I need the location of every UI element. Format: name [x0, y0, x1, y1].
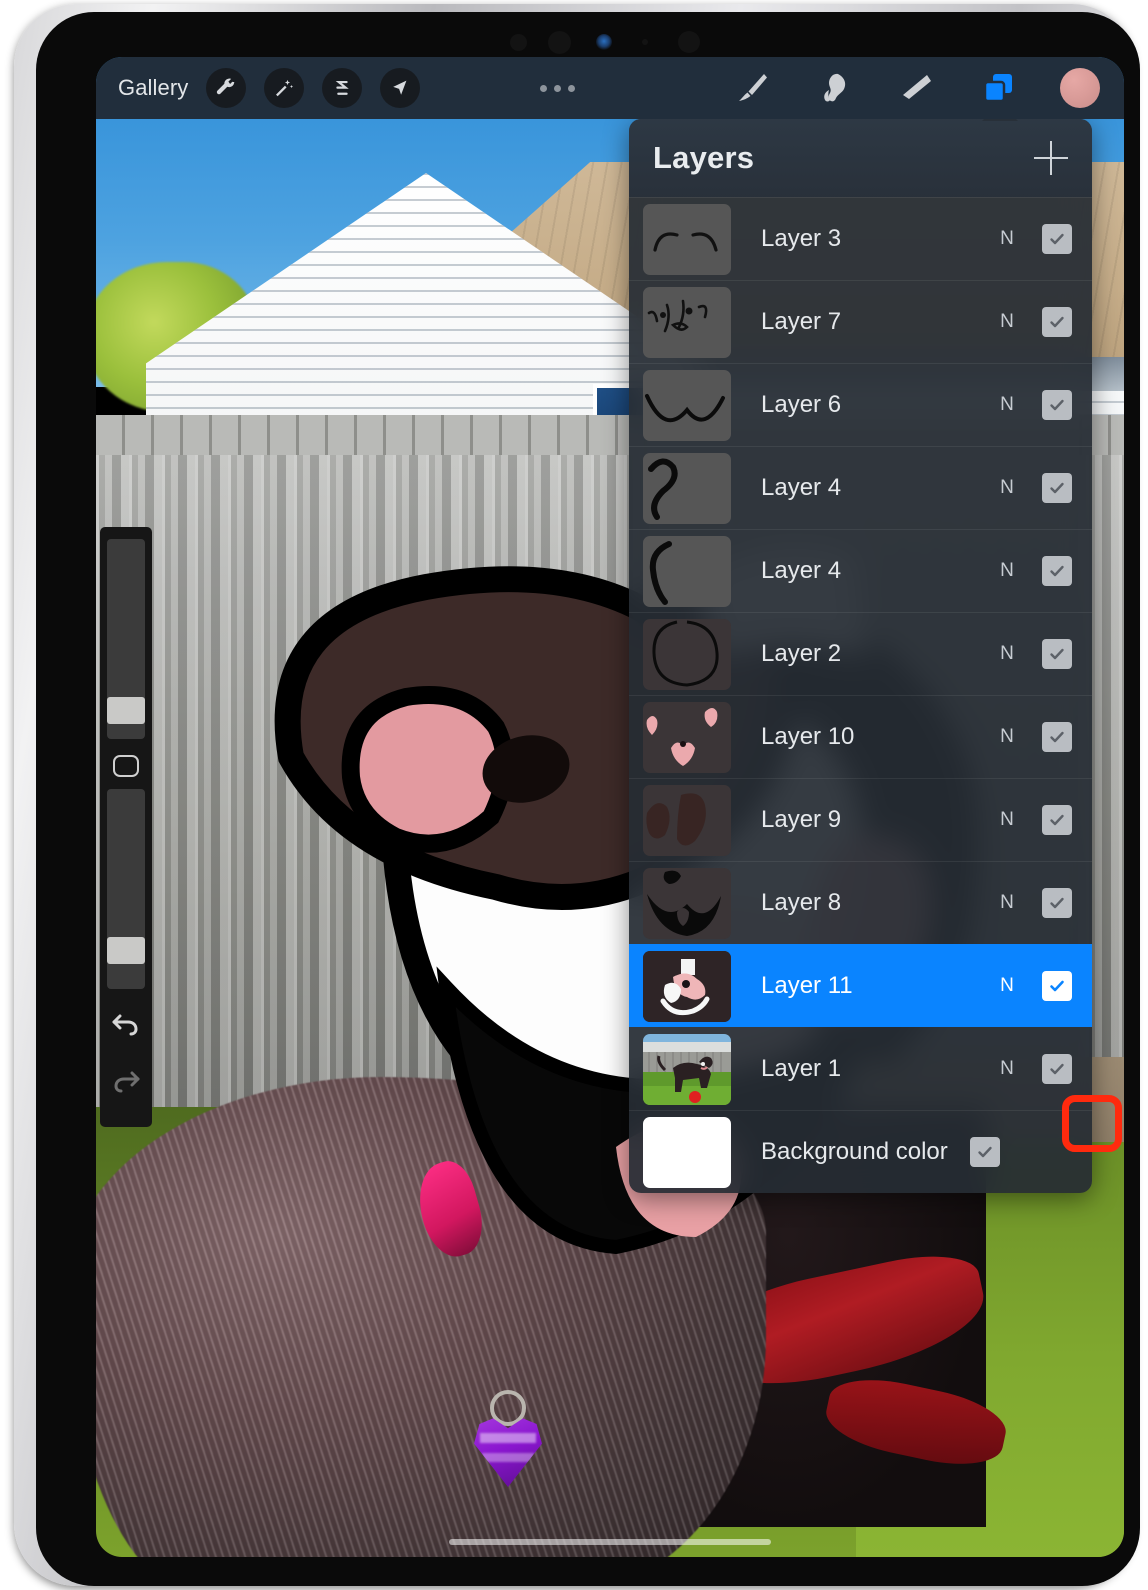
layer-visibility-checkbox[interactable] [1042, 805, 1072, 835]
layer-row[interactable]: Layer 9 N [629, 778, 1092, 861]
layer-name: Layer 8 [761, 889, 842, 916]
layer-blend-mode[interactable]: N [994, 975, 1020, 997]
wrench-icon[interactable] [206, 68, 247, 108]
layer-blend-mode[interactable]: N [994, 643, 1020, 665]
sensor-dot-2 [548, 31, 571, 54]
background-color-label: Background color [761, 1138, 948, 1165]
ipad-screen: Gallery Layers Layer 3 N Layer 7 N Layer… [96, 57, 1124, 1557]
layer-row[interactable]: Layer 7 N [629, 280, 1092, 363]
layer-row[interactable]: Layer 6 N [629, 363, 1092, 446]
panel-title: Layers [653, 140, 755, 175]
right-tool-group [732, 68, 1124, 108]
layer-visibility-checkbox[interactable] [1042, 307, 1072, 337]
add-layer-button[interactable] [1034, 141, 1068, 175]
background-color-swatch[interactable] [643, 1116, 731, 1188]
transform-arrow-icon[interactable] [380, 68, 421, 108]
layer-row[interactable]: Layer 3 N [629, 197, 1092, 280]
layer-name: Layer 6 [761, 391, 842, 418]
layer-blend-mode[interactable]: N [994, 311, 1020, 333]
background-color-row[interactable]: Background color [629, 1110, 1092, 1193]
layer-thumbnail[interactable] [643, 369, 731, 441]
layer-row-selected[interactable]: Layer 11 N [629, 944, 1092, 1027]
brush-opacity-knob[interactable] [107, 937, 145, 964]
layer-row[interactable]: Layer 4 N [629, 529, 1092, 612]
paintbrush-icon[interactable] [732, 68, 772, 108]
top-toolbar: Gallery [96, 57, 1124, 119]
layer-visibility-checkbox[interactable] [1042, 722, 1072, 752]
magic-wand-icon[interactable] [264, 68, 305, 108]
layer-name: Layer 4 [761, 557, 842, 584]
brush-opacity-slider[interactable] [107, 789, 145, 989]
layer-blend-mode[interactable]: N [994, 560, 1020, 582]
layer-blend-mode[interactable]: N [994, 394, 1020, 416]
layer-thumbnail[interactable] [643, 535, 731, 607]
layer-visibility-checkbox[interactable] [1042, 390, 1072, 420]
layer-name: Layer 9 [761, 806, 842, 833]
layer-visibility-checkbox[interactable] [1042, 556, 1072, 586]
layer-blend-mode[interactable]: N [994, 477, 1020, 499]
layers-panel-header: Layers [629, 119, 1092, 197]
layer-name: Layer 1 [761, 1055, 842, 1082]
layers-icon[interactable] [978, 68, 1018, 108]
layer-blend-mode[interactable]: N [994, 892, 1020, 914]
brush-size-slider[interactable] [107, 539, 145, 739]
layer-thumbnail[interactable] [643, 286, 731, 358]
modify-button[interactable] [113, 755, 139, 777]
layer-name: Layer 4 [761, 474, 842, 501]
layer-blend-mode[interactable]: N [994, 228, 1020, 250]
layer-visibility-checkbox[interactable] [1042, 639, 1072, 669]
layer-visibility-checkbox[interactable] [1042, 971, 1072, 1001]
layer-thumbnail[interactable] [643, 452, 731, 524]
layers-panel: Layers Layer 3 N Layer 7 N Layer 6 N Lay… [629, 119, 1092, 1193]
sensor-dot-4 [678, 31, 700, 53]
redo-button[interactable] [111, 1068, 141, 1099]
layer-row[interactable]: Layer 10 N [629, 695, 1092, 778]
layer-name: Layer 11 [761, 972, 853, 999]
undo-button[interactable] [111, 1011, 141, 1042]
front-camera-array [500, 30, 740, 54]
color-swatch-button[interactable] [1060, 68, 1100, 108]
layer-name: Layer 2 [761, 640, 842, 667]
eraser-icon[interactable] [896, 68, 936, 108]
layer-thumbnail[interactable] [643, 618, 731, 690]
brush-size-knob[interactable] [107, 697, 145, 724]
layer-row[interactable]: Layer 1 N [629, 1027, 1092, 1110]
layer-thumbnail[interactable] [643, 701, 731, 773]
home-indicator[interactable] [449, 1539, 771, 1545]
layer-name: Layer 7 [761, 308, 842, 335]
annotation-highlight-ring [1062, 1095, 1122, 1152]
left-sidebar [100, 527, 152, 1127]
sensor-dot-1 [510, 34, 527, 51]
layer-thumbnail[interactable] [643, 203, 731, 275]
layer-thumbnail[interactable] [643, 784, 731, 856]
layer-name: Layer 3 [761, 225, 842, 252]
gallery-button[interactable]: Gallery [118, 75, 188, 101]
layer-visibility-checkbox[interactable] [1042, 224, 1072, 254]
layer-visibility-checkbox[interactable] [1042, 1054, 1072, 1084]
front-camera-lens-icon [596, 34, 612, 50]
layer-visibility-checkbox[interactable] [1042, 888, 1072, 918]
layer-thumbnail[interactable] [643, 867, 731, 939]
layer-blend-mode[interactable]: N [994, 809, 1020, 831]
more-options-icon[interactable] [540, 84, 576, 92]
sensor-dot-3 [642, 39, 648, 45]
background-visibility-checkbox[interactable] [969, 1137, 1000, 1167]
ipad-device-frame: Gallery Layers Layer 3 N Layer 7 N Layer… [14, 4, 1140, 1586]
layer-row[interactable]: Layer 8 N [629, 861, 1092, 944]
layer-blend-mode[interactable]: N [994, 1058, 1020, 1080]
layer-thumbnail[interactable] [643, 1033, 731, 1105]
layer-thumbnail[interactable] [643, 950, 731, 1022]
layer-name: Layer 10 [761, 723, 855, 750]
layer-row[interactable]: Layer 2 N [629, 612, 1092, 695]
layer-visibility-checkbox[interactable] [1042, 473, 1072, 503]
layer-blend-mode[interactable]: N [994, 726, 1020, 748]
smudge-icon[interactable] [814, 68, 854, 108]
selection-s-icon[interactable] [322, 68, 363, 108]
layer-row[interactable]: Layer 4 N [629, 446, 1092, 529]
ipad-bezel: Gallery Layers Layer 3 N Layer 7 N Layer… [36, 12, 1140, 1586]
